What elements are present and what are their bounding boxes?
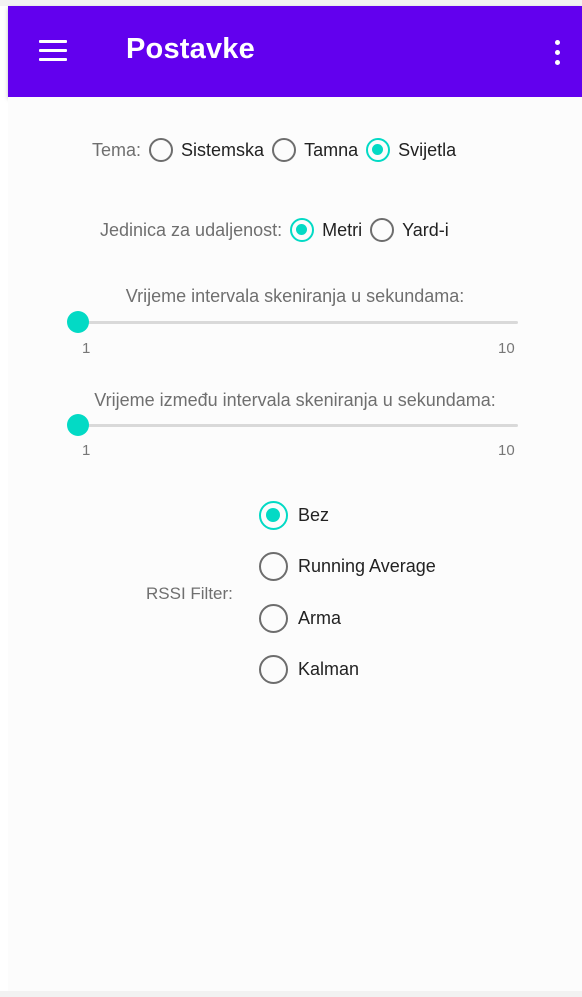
hamburger-menu-icon[interactable] (36, 36, 70, 66)
radio-button[interactable] (370, 218, 395, 242)
rssi-option-none[interactable]: Bez (259, 501, 329, 530)
radio-button[interactable] (259, 552, 288, 581)
bottom-strip (0, 991, 582, 997)
rssi-option-label: Arma (298, 608, 342, 628)
slider-min-label: 1 (82, 442, 91, 459)
radio-button-checked[interactable] (366, 138, 391, 162)
scan-interval-track[interactable] (78, 321, 518, 324)
scan-interval-thumb[interactable] (67, 311, 89, 333)
app-bar: Postavke (8, 6, 582, 97)
radio-button[interactable] (272, 138, 297, 162)
radio-button-checked[interactable] (290, 218, 315, 242)
scan-gap-thumb[interactable] (67, 414, 89, 436)
distance-option-label: Yard-i (402, 219, 449, 240)
radio-button[interactable] (149, 138, 174, 162)
distance-option-label: Metri (322, 219, 363, 240)
theme-option-system[interactable]: Sistemska (149, 138, 264, 162)
more-vertical-icon[interactable] (548, 36, 568, 70)
scan-interval-title: Vrijeme intervala skeniranja u sekundama… (125, 286, 465, 306)
distance-option-meters[interactable]: Metri (290, 218, 362, 242)
radio-button[interactable] (259, 604, 288, 633)
radio-button-checked[interactable] (259, 501, 288, 530)
rssi-option-arma[interactable]: Arma (259, 604, 341, 633)
radio-button[interactable] (259, 655, 288, 684)
rssi-filter-label: RSSI Filter: (146, 584, 233, 603)
rssi-option-label: Kalman (298, 659, 360, 679)
theme-option-light[interactable]: Svijetla (366, 138, 456, 162)
theme-label: Tema: (92, 139, 142, 160)
theme-option-label: Sistemska (181, 139, 265, 160)
theme-option-label: Svijetla (398, 139, 457, 160)
rssi-option-label: Running Average (298, 556, 436, 576)
rssi-option-kalman[interactable]: Kalman (259, 655, 359, 684)
theme-row: Tema: Sistemska Tamna Svijetla (92, 138, 456, 162)
rssi-option-running-average[interactable]: Running Average (259, 552, 436, 581)
theme-option-label: Tamna (304, 139, 359, 160)
settings-content: Tema: Sistemska Tamna Svijetla Jedinica … (8, 97, 582, 991)
page-title: Postavke (126, 33, 255, 65)
scan-gap-track[interactable] (78, 424, 518, 427)
distance-unit-row: Jedinica za udaljenost: Metri Yard-i (100, 218, 449, 242)
slider-min-label: 1 (82, 340, 91, 357)
distance-option-yards[interactable]: Yard-i (370, 218, 449, 242)
scan-gap-title: Vrijeme između intervala skeniranja u se… (94, 390, 496, 410)
rssi-option-label: Bez (298, 505, 330, 525)
slider-max-label: 10 (498, 442, 515, 459)
slider-max-label: 10 (498, 340, 515, 357)
distance-unit-label: Jedinica za udaljenost: (100, 219, 283, 240)
theme-option-dark[interactable]: Tamna (272, 138, 358, 162)
